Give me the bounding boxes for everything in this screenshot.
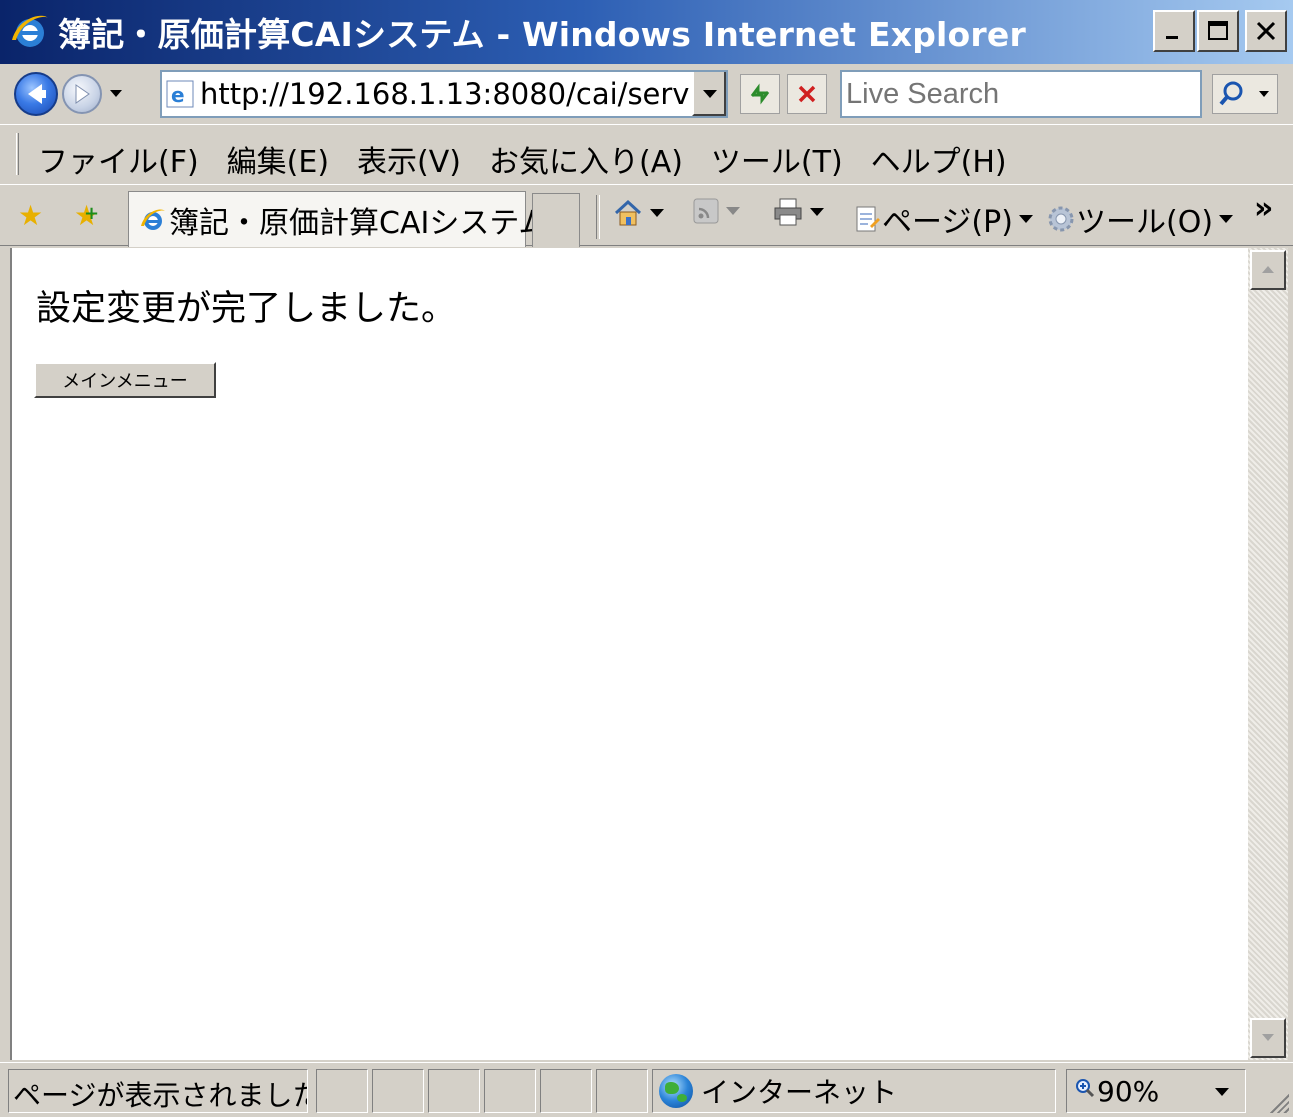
- feeds-button[interactable]: [692, 197, 740, 225]
- menu-favorites[interactable]: お気に入り(A): [489, 137, 683, 181]
- status-panel: [316, 1069, 368, 1113]
- new-tab-button[interactable]: [532, 193, 580, 247]
- window-controls: [1153, 10, 1287, 52]
- status-panel: [540, 1069, 592, 1113]
- refresh-icon: [750, 83, 770, 105]
- title-bar[interactable]: 簿記・原価計算CAIシステム - Windows Internet Explor…: [0, 0, 1293, 64]
- back-button[interactable]: [14, 72, 58, 116]
- refresh-button[interactable]: [740, 74, 780, 114]
- vertical-scrollbar[interactable]: [1248, 248, 1288, 1060]
- magnifier-icon: [1075, 1078, 1095, 1104]
- tools-menu-label: ツール(O): [1076, 205, 1214, 240]
- home-button[interactable]: [612, 197, 664, 229]
- scroll-up-button[interactable]: [1250, 250, 1286, 290]
- status-panel: [484, 1069, 536, 1113]
- address-bar[interactable]: e http://192.168.1.13:8080/cai/servlet: [160, 70, 728, 118]
- menu-view[interactable]: 表示(V): [357, 137, 461, 181]
- tools-dropdown[interactable]: [1219, 215, 1234, 223]
- minimize-icon: [1166, 36, 1178, 39]
- maximize-icon: [1208, 21, 1228, 40]
- address-dropdown-button[interactable]: [692, 72, 726, 116]
- search-options-dropdown[interactable]: [1259, 91, 1269, 97]
- address-toolbar: e http://192.168.1.13:8080/cai/servlet: [0, 64, 1293, 124]
- menu-bar: ファイル(F) 編集(E) 表示(V) お気に入り(A) ツール(T) ヘルプ(…: [0, 124, 1293, 184]
- close-button[interactable]: [1245, 10, 1287, 52]
- page-menu-label: ページ(P): [882, 205, 1013, 240]
- browser-window: 簿記・原価計算CAIシステム - Windows Internet Explor…: [0, 0, 1293, 1117]
- rss-feed-icon: [693, 198, 719, 224]
- gear-icon: [1048, 206, 1074, 232]
- status-panel: [372, 1069, 424, 1113]
- forward-arrow-icon: [75, 84, 90, 104]
- menu-help[interactable]: ヘルプ(H): [871, 137, 1007, 181]
- stop-button[interactable]: [787, 74, 827, 114]
- stop-icon: [798, 85, 816, 103]
- toolbar-separator: [596, 195, 600, 239]
- completion-message: 設定変更が完了しました。: [36, 289, 457, 329]
- close-icon: [1256, 21, 1276, 41]
- search-input[interactable]: [846, 77, 1186, 111]
- home-dropdown[interactable]: [650, 209, 664, 217]
- ie-logo-icon: [8, 10, 52, 54]
- page-icon: [856, 206, 880, 232]
- recent-pages-dropdown[interactable]: [110, 90, 122, 97]
- tab-label: 簿記・原価計算CAIシステム: [169, 205, 549, 241]
- maximize-button[interactable]: [1197, 10, 1239, 52]
- page-menu-button[interactable]: ページ(P): [852, 197, 1033, 241]
- forward-button[interactable]: [62, 74, 102, 114]
- resize-grip[interactable]: [1265, 1089, 1289, 1113]
- zoom-level: 90%: [1097, 1074, 1160, 1108]
- tab-command-bar: ★ ★ 簿記・原価計算CAIシステム ページ(P): [0, 184, 1293, 247]
- back-arrow-icon: [28, 84, 46, 104]
- status-text: ページが表示されました: [8, 1069, 308, 1113]
- search-box[interactable]: [840, 70, 1202, 118]
- status-bar: ページが表示されました インターネット 90%: [0, 1062, 1293, 1117]
- tab-active[interactable]: 簿記・原価計算CAIシステム: [128, 191, 548, 247]
- tab-ie-icon: [139, 206, 167, 234]
- address-url[interactable]: http://192.168.1.13:8080/cai/servlet: [200, 77, 700, 111]
- print-dropdown[interactable]: [810, 208, 824, 216]
- home-icon: [614, 199, 642, 226]
- menu-grip[interactable]: [16, 133, 19, 175]
- feeds-dropdown[interactable]: [726, 207, 740, 215]
- globe-icon: [659, 1074, 693, 1108]
- add-favorites-icon[interactable]: ★: [74, 199, 99, 232]
- minimize-button[interactable]: [1153, 10, 1195, 52]
- status-panel: [428, 1069, 480, 1113]
- toolbar-overflow-button[interactable]: »: [1254, 191, 1273, 226]
- window-title: 簿記・原価計算CAIシステム - Windows Internet Explor…: [58, 15, 1026, 54]
- tools-menu-button[interactable]: ツール(O): [1046, 197, 1234, 241]
- menu-file[interactable]: ファイル(F): [38, 137, 199, 181]
- favorites-star-icon[interactable]: ★: [18, 199, 43, 232]
- menu-edit[interactable]: 編集(E): [227, 137, 329, 181]
- page-ie-icon: e: [166, 80, 194, 108]
- menu-tools[interactable]: ツール(T): [711, 137, 843, 181]
- svg-text:e: e: [171, 83, 185, 107]
- status-panel: [596, 1069, 648, 1113]
- zoom-dropdown[interactable]: [1215, 1088, 1229, 1096]
- search-button[interactable]: [1212, 74, 1278, 114]
- print-icon: [774, 198, 802, 226]
- main-menu-button[interactable]: メインメニュー: [34, 362, 216, 398]
- scroll-down-button[interactable]: [1250, 1018, 1286, 1058]
- page-content: 設定変更が完了しました。 メインメニュー: [10, 248, 1248, 1060]
- search-icon: [1219, 81, 1243, 106]
- zoom-control[interactable]: 90%: [1066, 1069, 1246, 1113]
- zone-label: インターネット: [701, 1076, 898, 1109]
- security-zone[interactable]: インターネット: [652, 1069, 1056, 1113]
- print-button[interactable]: [772, 197, 824, 227]
- page-dropdown[interactable]: [1018, 215, 1033, 223]
